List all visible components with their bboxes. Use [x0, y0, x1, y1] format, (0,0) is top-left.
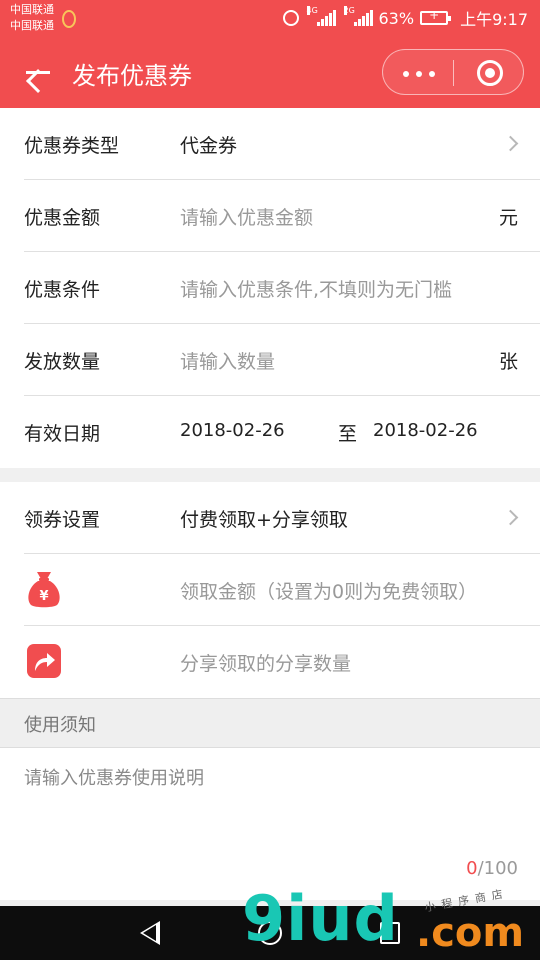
quantity-unit: 张	[498, 351, 518, 373]
chevron-right-icon	[502, 509, 519, 526]
condition-input[interactable]: 请输入优惠条件,不填则为无门槛	[180, 275, 452, 302]
quantity-input[interactable]: 请输入数量	[180, 347, 275, 374]
signal-icon-2: 2G	[343, 6, 373, 26]
condition-label: 优惠条件	[24, 279, 101, 301]
claim-settings-section: 领券设置 付费领取+分享领取 ¥ 领取金额（设置为0则为免费领取） 分享领取的分…	[0, 482, 540, 698]
battery-icon	[420, 8, 452, 25]
status-icons: 4G 2G 63% 上午9:17	[282, 6, 528, 30]
char-max: /100	[477, 858, 518, 879]
network-type-2: 2G	[343, 6, 355, 15]
row-validity: 有效日期 2018-02-26 至 2018-02-26	[0, 396, 540, 468]
nav-bar: 发布优惠券	[0, 36, 540, 108]
chevron-right-icon	[502, 135, 519, 152]
system-back-icon[interactable]	[140, 921, 160, 945]
date-separator: 至	[338, 423, 358, 445]
page-title: 发布优惠券	[72, 62, 192, 90]
row-claim-setting[interactable]: 领券设置 付费领取+分享领取	[0, 482, 540, 554]
char-count: 0	[466, 858, 478, 879]
validity-label: 有效日期	[24, 423, 101, 445]
quantity-label: 发放数量	[24, 351, 101, 373]
claim-setting-value: 付费领取+分享领取	[180, 509, 348, 531]
signal-icon-1: 4G	[306, 6, 336, 26]
claim-fee-input[interactable]: 领取金额（设置为0则为免费领取）	[180, 577, 477, 604]
start-date-picker[interactable]: 2018-02-26	[180, 420, 285, 441]
svg-text:¥: ¥	[39, 589, 48, 604]
carrier-2: 中国联通	[10, 19, 54, 32]
row-claim-share: 分享领取的分享数量	[0, 626, 540, 698]
coupon-form-section: 优惠券类型 代金券 优惠金额 请输入优惠金额 元 优惠条件 请输入优惠条件,不填…	[0, 108, 540, 468]
capsule-divider	[453, 60, 454, 86]
watermark-domain: .com	[416, 910, 525, 956]
network-type-1: 4G	[306, 6, 318, 15]
close-target-icon[interactable]	[477, 60, 503, 86]
usage-notice-title: 使用须知	[24, 715, 96, 736]
back-arrow-icon[interactable]	[22, 56, 54, 88]
row-coupon-type[interactable]: 优惠券类型 代金券	[0, 108, 540, 180]
share-arrow-icon	[27, 644, 61, 678]
row-amount: 优惠金额 请输入优惠金额 元	[0, 180, 540, 252]
carrier-info: 中国联通 中国联通	[10, 2, 54, 34]
claim-setting-label: 领券设置	[24, 509, 101, 531]
row-quantity: 发放数量 请输入数量 张	[0, 324, 540, 396]
battery-percent: 63%	[378, 8, 415, 28]
coupon-type-value: 代金券	[180, 135, 238, 157]
watermark-logo: 9iud 小程序商店 .com	[236, 886, 540, 960]
more-dots-icon[interactable]	[403, 71, 435, 77]
coupon-type-label: 优惠券类型	[24, 135, 120, 157]
status-bar: 中国联通 中国联通 4G 2G 63% 上午9:17	[0, 0, 540, 36]
usage-notice-placeholder: 请输入优惠券使用说明	[24, 768, 204, 789]
claim-share-input[interactable]: 分享领取的分享数量	[180, 649, 351, 676]
usage-notice-header: 使用须知	[0, 698, 540, 748]
amount-input[interactable]: 请输入优惠金额	[180, 203, 313, 230]
char-counter: 0/100	[466, 858, 518, 879]
usage-notice-textarea[interactable]: 请输入优惠券使用说明 0/100	[0, 748, 540, 900]
watermark-brand: 9iud	[242, 882, 399, 955]
amount-unit: 元	[498, 207, 518, 229]
money-bag-icon: ¥	[28, 572, 60, 608]
end-date-picker[interactable]: 2018-02-26	[373, 420, 478, 441]
clock: 上午9:17	[460, 10, 528, 29]
carrier-1: 中国联通	[10, 3, 54, 16]
row-claim-fee: ¥ 领取金额（设置为0则为免费领取）	[0, 554, 540, 626]
alarm-icon	[282, 10, 299, 26]
amount-label: 优惠金额	[24, 207, 101, 229]
sim-icon	[62, 10, 76, 28]
miniprogram-capsule	[382, 49, 524, 95]
row-condition: 优惠条件 请输入优惠条件,不填则为无门槛	[0, 252, 540, 324]
